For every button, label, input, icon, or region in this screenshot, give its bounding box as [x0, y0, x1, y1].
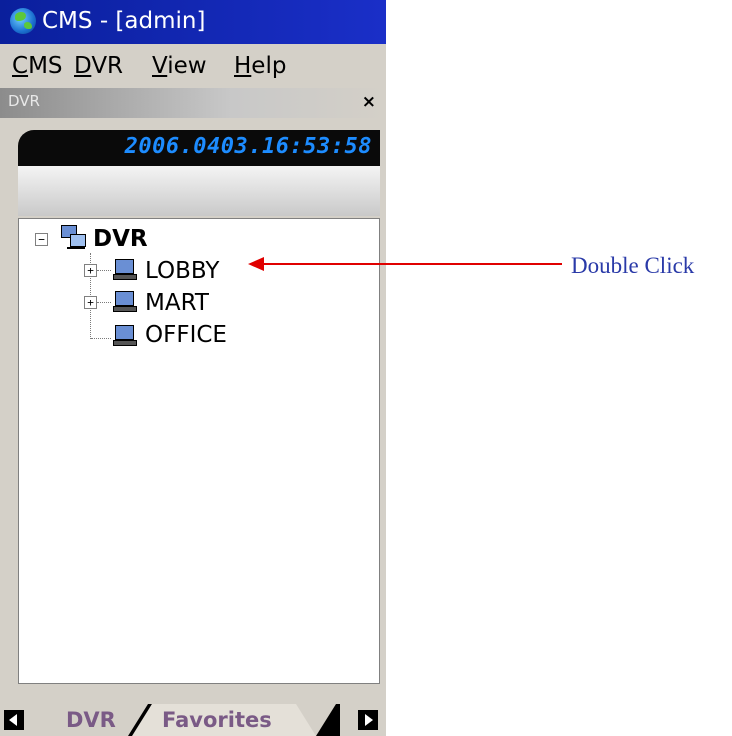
collapse-icon[interactable]: −	[35, 233, 48, 246]
window-title: CMS - [admin]	[42, 8, 206, 34]
menu-dvr[interactable]: DVR	[74, 52, 123, 80]
menu-cms[interactable]: CMS	[12, 52, 63, 80]
expand-icon[interactable]: +	[84, 296, 97, 309]
clock-display: 2006.0403.16:53:58	[18, 130, 380, 167]
annotation-arrow	[262, 263, 562, 265]
title-bar[interactable]: CMS - [admin]	[0, 0, 386, 44]
computer-icon	[113, 291, 137, 312]
menu-help[interactable]: Help	[234, 52, 286, 80]
dvr-tree: − DVR + LOBBY + MART OFFICE	[18, 218, 380, 684]
tab-dvr[interactable]: DVR	[66, 708, 116, 732]
tree-connector	[91, 338, 111, 339]
menu-bar: CMS DVR View Help	[0, 44, 386, 88]
tree-item-office[interactable]: OFFICE	[145, 321, 227, 349]
tab-next-icon[interactable]	[358, 710, 378, 730]
menu-view[interactable]: View	[152, 52, 207, 80]
close-icon[interactable]: ×	[362, 92, 376, 112]
tree-item-mart[interactable]: MART	[145, 289, 209, 317]
info-area	[18, 166, 380, 216]
computer-icon	[113, 259, 137, 280]
panel-header: DVR ×	[0, 88, 386, 118]
clock-text: 2006.0403.16:53:58	[124, 134, 372, 159]
expand-icon[interactable]: +	[84, 264, 97, 277]
globe-app-icon	[10, 8, 36, 34]
tree-item-lobby[interactable]: LOBBY	[145, 257, 219, 285]
tab-favorites[interactable]: Favorites	[162, 708, 272, 732]
annotation-label: Double Click	[571, 253, 695, 278]
tree-connector	[97, 270, 111, 271]
panel-title: DVR	[8, 92, 40, 110]
network-icon	[61, 225, 87, 249]
tree-connector	[97, 302, 111, 303]
tab-prev-icon[interactable]	[4, 710, 24, 730]
tree-root-label[interactable]: DVR	[93, 225, 148, 253]
panel-tabs: DVR Favorites	[0, 704, 386, 736]
computer-icon	[113, 325, 137, 346]
